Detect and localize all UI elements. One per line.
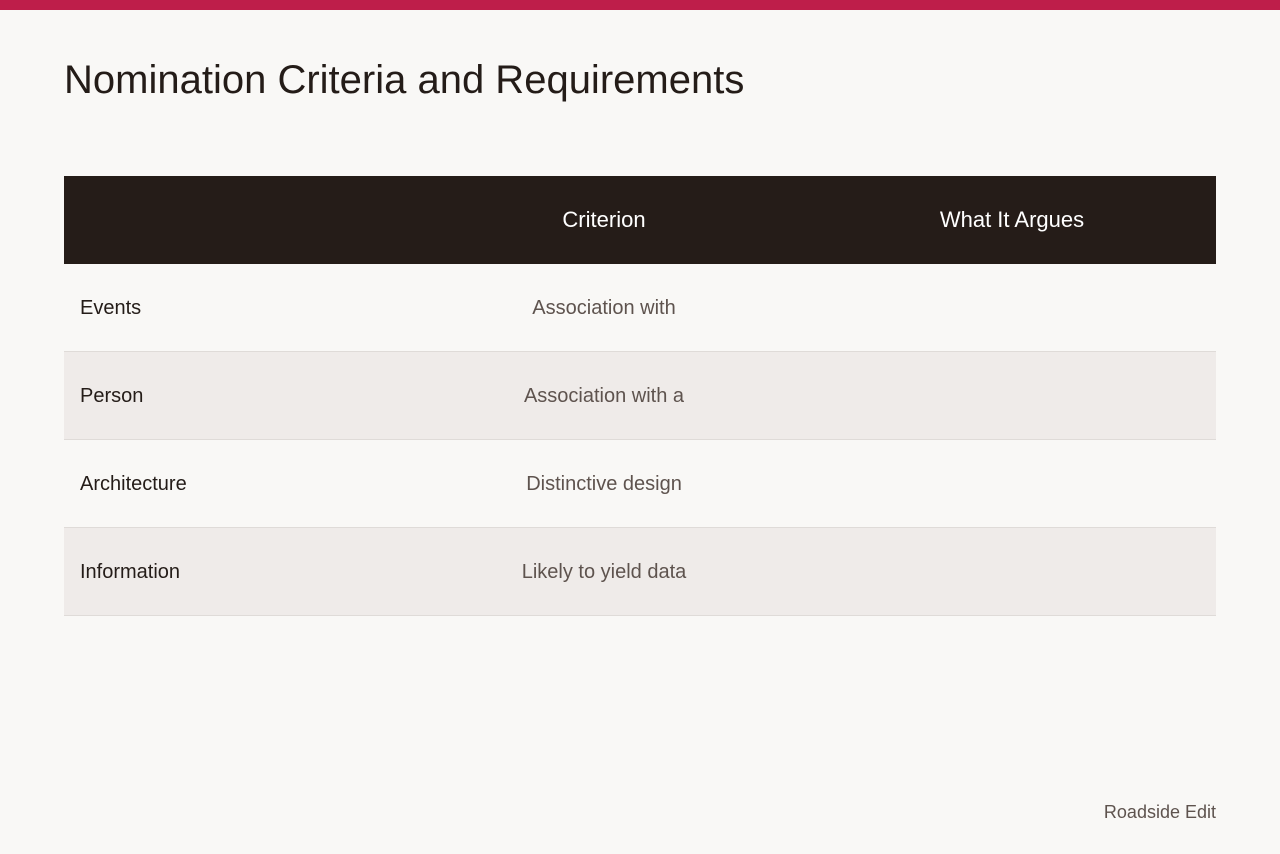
row-criterion: Likely to yield data xyxy=(521,560,687,583)
row-label: Events xyxy=(80,296,142,319)
row-label: Architecture xyxy=(80,472,187,495)
table-header: Criterion What It Argues xyxy=(64,176,1216,264)
row-label: Person xyxy=(80,384,144,407)
footer-brand: Roadside Edit xyxy=(1103,802,1216,822)
table-row: Person Association with a xyxy=(64,352,1216,440)
table-row: Information Likely to yield data xyxy=(64,528,1216,616)
criteria-table: Criterion What It Argues Events Associat… xyxy=(64,176,1216,616)
table-row: Events Association with xyxy=(64,264,1216,352)
page-title: Nomination Criteria and Requirements xyxy=(64,58,745,102)
table-row: Architecture Distinctive design xyxy=(64,440,1216,528)
header-cell-criterion: Criterion xyxy=(562,207,646,232)
row-criterion: Association with xyxy=(532,296,676,319)
row-criterion: Distinctive design xyxy=(526,472,682,495)
row-label: Information xyxy=(80,560,181,583)
header-cell-what-it-argues: What It Argues xyxy=(939,207,1085,232)
accent-bar xyxy=(0,0,1280,10)
row-criterion: Association with a xyxy=(523,384,685,407)
